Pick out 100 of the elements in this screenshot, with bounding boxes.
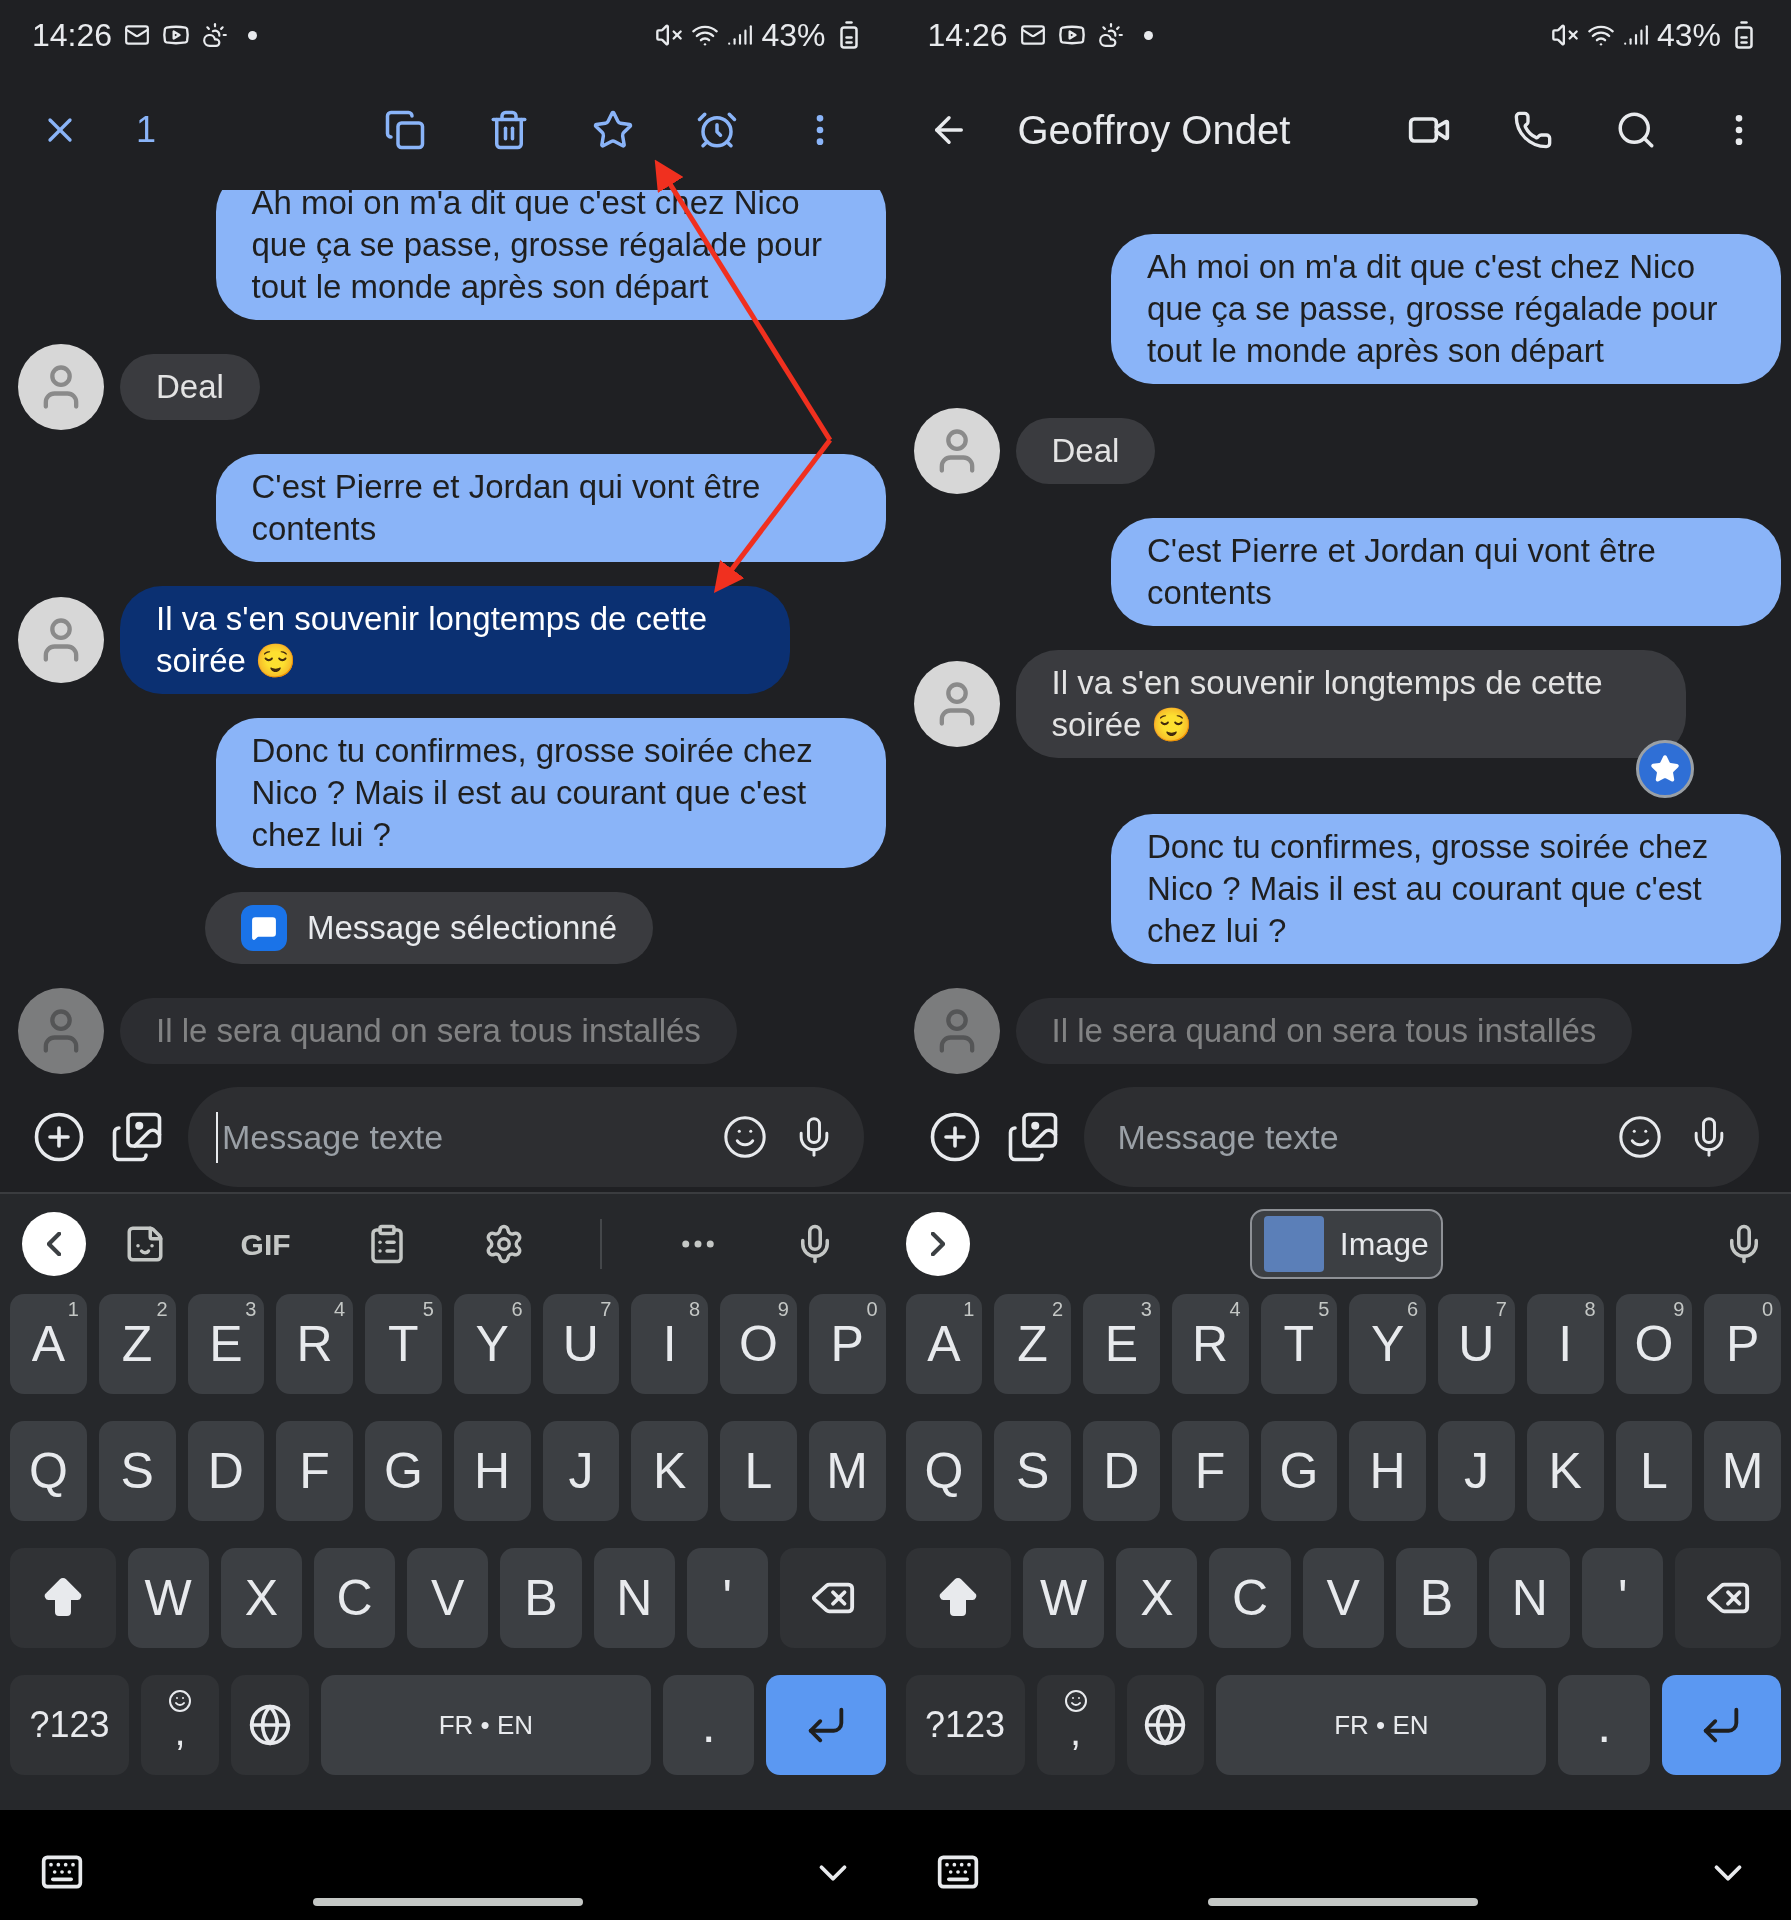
keyboard-key[interactable]: T 5 <box>1260 1294 1338 1394</box>
message-compose-field[interactable]: Message texte <box>1083 1087 1759 1187</box>
keyboard-key[interactable]: D <box>1083 1421 1160 1521</box>
keyboard-key[interactable]: J <box>542 1421 620 1521</box>
received-message-bubble[interactable]: Il le sera quand on sera tous installés <box>1015 998 1633 1064</box>
keyboard-key[interactable]: G <box>365 1421 442 1521</box>
keyboard-key[interactable]: O 9 <box>720 1294 797 1394</box>
comma-key[interactable]: , <box>141 1675 219 1775</box>
keyboard-key[interactable]: C <box>313 1548 396 1648</box>
message-input-field[interactable]: Message texte <box>216 1111 698 1163</box>
key-hint: 2 <box>156 1297 168 1322</box>
keyboard-key[interactable]: Z 2 <box>98 1294 176 1394</box>
keyboard-key[interactable]: . <box>1558 1675 1650 1775</box>
keyboard-key[interactable]: S <box>994 1421 1071 1521</box>
keyboard-key[interactable]: P 0 <box>808 1294 886 1394</box>
keyboard-key[interactable]: P 0 <box>1704 1294 1781 1394</box>
sent-message-bubble[interactable]: Donc tu confirmes, grosse soirée chez Nico ? Mais il est au courant que c'est chez lui ? <box>215 718 886 868</box>
backspace-key[interactable] <box>780 1548 886 1648</box>
symbols-key[interactable]: ?123 <box>905 1675 1025 1775</box>
backspace-key[interactable] <box>1675 1548 1782 1648</box>
key-hint: 7 <box>600 1297 612 1322</box>
gallery-camera-icon[interactable] <box>110 1110 164 1164</box>
received-message-bubble[interactable]: Il le sera quand on sera tous installés <box>120 998 737 1064</box>
keyboard-key[interactable]: F <box>276 1421 353 1521</box>
message-compose-field[interactable]: Message texte <box>188 1087 864 1187</box>
status-time: 14:26 <box>927 16 1008 55</box>
emoji-icon[interactable] <box>721 1114 768 1160</box>
symbols-key[interactable]: ?123 <box>10 1675 130 1775</box>
keyboard-key[interactable]: W <box>127 1548 209 1648</box>
keyboard-key[interactable]: ' <box>1582 1548 1664 1648</box>
keyboard-key[interactable]: X <box>220 1548 302 1648</box>
shift-key[interactable] <box>10 1548 116 1648</box>
keyboard-key[interactable]: T 5 <box>365 1294 442 1394</box>
language-key[interactable] <box>231 1675 309 1775</box>
keyboard-key[interactable]: W <box>1023 1548 1105 1648</box>
sent-message-bubble[interactable]: Ah moi on m'a dit que c'est chez Nico que ça se passe, grosse régalade pour tout le monde après son départ <box>1111 234 1781 384</box>
keyboard-key[interactable]: L <box>720 1421 797 1521</box>
keyboard-key[interactable]: M <box>808 1421 886 1521</box>
keyboard-key[interactable]: U 7 <box>542 1294 620 1394</box>
shift-key[interactable] <box>905 1548 1012 1648</box>
keyboard-key[interactable]: H <box>1349 1421 1426 1521</box>
received-message-bubble[interactable]: Deal <box>120 354 260 420</box>
sent-message-bubble[interactable]: C'est Pierre et Jordan qui vont être contents <box>1111 518 1781 626</box>
enter-key[interactable] <box>766 1675 886 1775</box>
enter-key[interactable] <box>1661 1675 1781 1775</box>
key-hint: 4 <box>1229 1297 1241 1322</box>
message-input-field[interactable]: Message texte <box>1111 1111 1593 1163</box>
sent-message-bubble[interactable]: C'est Pierre et Jordan qui vont être contents <box>215 454 886 562</box>
keyboard-key[interactable]: F <box>1171 1421 1249 1521</box>
keyboard-key[interactable]: C <box>1209 1548 1291 1648</box>
received-message-bubble[interactable]: Deal <box>1015 418 1156 484</box>
keyboard-key[interactable]: A 1 <box>905 1294 983 1394</box>
comma-key[interactable]: , <box>1036 1675 1115 1775</box>
star-icon[interactable] <box>591 109 634 151</box>
copy-icon[interactable] <box>383 109 426 151</box>
sent-message-bubble[interactable]: Donc tu confirmes, grosse soirée chez Nico ? Mais il est au courant que c'est chez lui ? <box>1111 814 1781 964</box>
keyboard-key[interactable]: J <box>1438 1421 1515 1521</box>
keyboard-key[interactable]: X <box>1116 1548 1198 1648</box>
space-key[interactable]: FR • EN <box>1216 1675 1547 1775</box>
keyboard-key[interactable]: U 7 <box>1438 1294 1515 1394</box>
keyboard-key[interactable]: Q <box>905 1421 983 1521</box>
keyboard-key[interactable]: G <box>1260 1421 1338 1521</box>
keyboard-key[interactable]: E 3 <box>1083 1294 1160 1394</box>
keyboard-key[interactable]: N <box>1489 1548 1571 1648</box>
key-hint: 1 <box>963 1297 975 1322</box>
image-suggestion-chip[interactable]: Image <box>1249 1209 1443 1279</box>
key-hint: 3 <box>245 1297 257 1322</box>
keyboard-key[interactable]: I 8 <box>1526 1294 1604 1394</box>
keyboard-key[interactable]: K <box>631 1421 708 1521</box>
keyboard-key[interactable]: ' <box>686 1548 768 1648</box>
keyboard-key[interactable]: R 4 <box>1171 1294 1249 1394</box>
keyboard-key[interactable]: D <box>187 1421 265 1521</box>
phone-icon[interactable] <box>1513 110 1553 150</box>
space-key[interactable]: FR • EN <box>320 1675 651 1775</box>
keyboard-key[interactable]: H <box>453 1421 531 1521</box>
keyboard-key[interactable]: S <box>98 1421 176 1521</box>
keyboard-key[interactable]: B <box>1395 1548 1478 1648</box>
keyboard-key[interactable]: Z 2 <box>994 1294 1071 1394</box>
add-icon[interactable] <box>32 1110 86 1164</box>
keyboard-key[interactable]: Q <box>10 1421 87 1521</box>
keyboard-key[interactable]: Y 6 <box>1349 1294 1426 1394</box>
keyboard-key[interactable]: . <box>662 1675 755 1775</box>
keyboard-key[interactable]: V <box>407 1548 489 1648</box>
emoji-icon[interactable] <box>1617 1114 1663 1160</box>
keyboard-key[interactable]: R 4 <box>276 1294 353 1394</box>
keyboard-key[interactable]: K <box>1526 1421 1604 1521</box>
keyboard-key[interactable]: I 8 <box>631 1294 708 1394</box>
keyboard-key[interactable]: B <box>500 1548 582 1648</box>
keyboard-key[interactable]: V <box>1302 1548 1384 1648</box>
keyboard-key[interactable]: Y 6 <box>453 1294 531 1394</box>
keyboard-key[interactable]: L <box>1615 1421 1693 1521</box>
keyboard-key[interactable]: M <box>1704 1421 1781 1521</box>
keyboard-key[interactable]: O 9 <box>1615 1294 1693 1394</box>
keyboard-key[interactable]: A 1 <box>10 1294 87 1394</box>
received-message-bubble[interactable]: Il va s'en souvenir longtemps de cette soirée 😌 <box>1015 650 1686 758</box>
language-key[interactable] <box>1126 1675 1205 1775</box>
keyboard-key[interactable]: E 3 <box>187 1294 265 1394</box>
keyboard-key[interactable]: N <box>593 1548 675 1648</box>
received-message-bubble[interactable]: Il va s'en souvenir longtemps de cette soirée 😌 <box>120 586 790 694</box>
gif-button[interactable]: GIF <box>240 1221 291 1267</box>
